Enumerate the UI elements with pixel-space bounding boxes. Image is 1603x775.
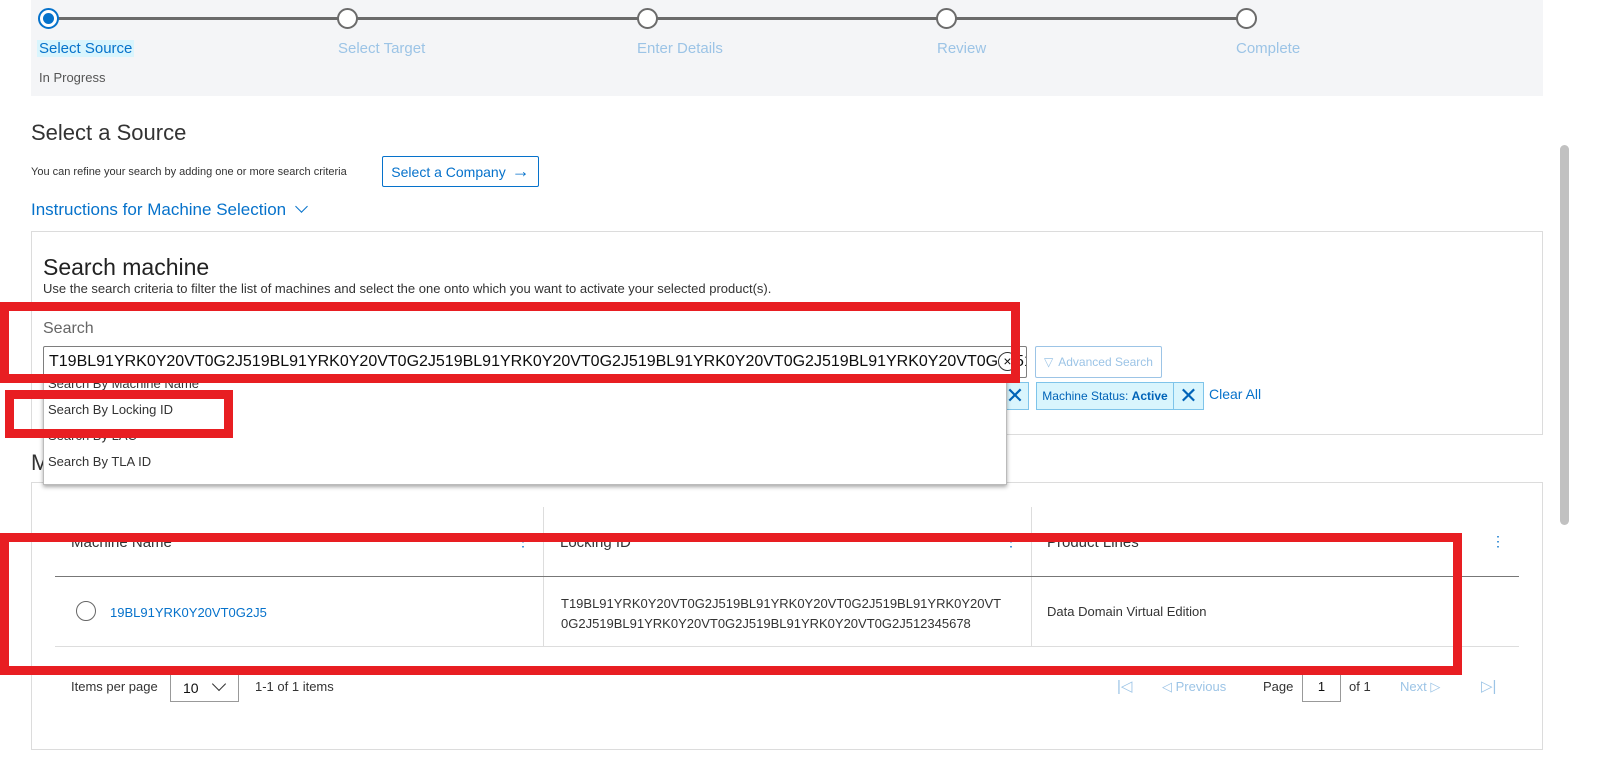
previous-button[interactable]: ◁ Previous (1162, 679, 1226, 695)
instructions-toggle[interactable]: Instructions for Machine Selection (31, 200, 308, 220)
step-dot-review (936, 8, 957, 29)
items-per-page-select[interactable]: 10 (170, 671, 239, 702)
step-label-select-source: Select Source (37, 40, 135, 57)
highlight-result-row (0, 533, 1462, 675)
first-page-icon[interactable]: |◁ (1117, 677, 1132, 695)
page-input[interactable]: 1 (1302, 671, 1341, 702)
step-label-complete: Complete (1236, 40, 1301, 57)
highlight-search-box (0, 302, 1020, 383)
chip-key: Machine Status: (1042, 389, 1129, 403)
step-dot-select-target (337, 8, 358, 29)
filter-chip-machine-status: Machine Status: Active (1036, 382, 1174, 410)
step-dot-enter-details (637, 8, 658, 29)
step-status: In Progress (39, 70, 106, 85)
scrollbar-thumb[interactable] (1560, 145, 1569, 525)
search-description: Use the search criteria to filter the li… (43, 281, 772, 296)
arrow-right-icon: → (511, 161, 530, 181)
advanced-search-label: Advanced Search (1058, 355, 1153, 369)
page-count: of 1 (1349, 679, 1371, 694)
step-label-enter-details: Enter Details (637, 40, 723, 57)
next-label: Next (1400, 679, 1427, 694)
chevron-down-icon (211, 676, 227, 692)
next-button[interactable]: Next ▷ (1400, 679, 1440, 695)
chevron-down-icon (294, 200, 308, 213)
items-range: 1-1 of 1 items (255, 679, 334, 694)
last-page-icon[interactable]: ▷| (1481, 677, 1496, 695)
advanced-search-button[interactable]: ▽ Advanced Search (1035, 346, 1162, 378)
dropdown-item-tla-id[interactable]: Search By TLA ID (44, 449, 1006, 475)
progress-stepper: Select Source Select Target Enter Detail… (31, 0, 1543, 96)
filter-icon: ▽ (1044, 355, 1054, 369)
chip-value: Active (1131, 389, 1168, 403)
page-title: Select a Source (31, 120, 187, 145)
items-per-page-value: 10 (183, 680, 199, 696)
column-menu-icon[interactable]: ⋮ (1491, 533, 1505, 550)
search-title: Search machine (43, 254, 210, 280)
highlight-locking-id-option (5, 390, 233, 438)
select-company-button[interactable]: Select a Company → (382, 156, 539, 187)
select-company-label: Select a Company (391, 163, 506, 180)
step-label-review: Review (937, 40, 987, 57)
previous-label: Previous (1175, 679, 1227, 694)
step-label-select-target: Select Target (338, 40, 426, 57)
step-dot-complete (1236, 8, 1257, 29)
remove-machine-status-chip-icon[interactable]: ✕ (1173, 382, 1204, 410)
clear-all-link[interactable]: Clear All (1209, 386, 1261, 402)
refine-text: You can refine your search by adding one… (31, 166, 347, 178)
instructions-label: Instructions for Machine Selection (31, 200, 287, 219)
items-per-page-label: Items per page (71, 679, 158, 694)
step-dot-select-source (38, 8, 59, 29)
page-label: Page (1263, 679, 1294, 694)
